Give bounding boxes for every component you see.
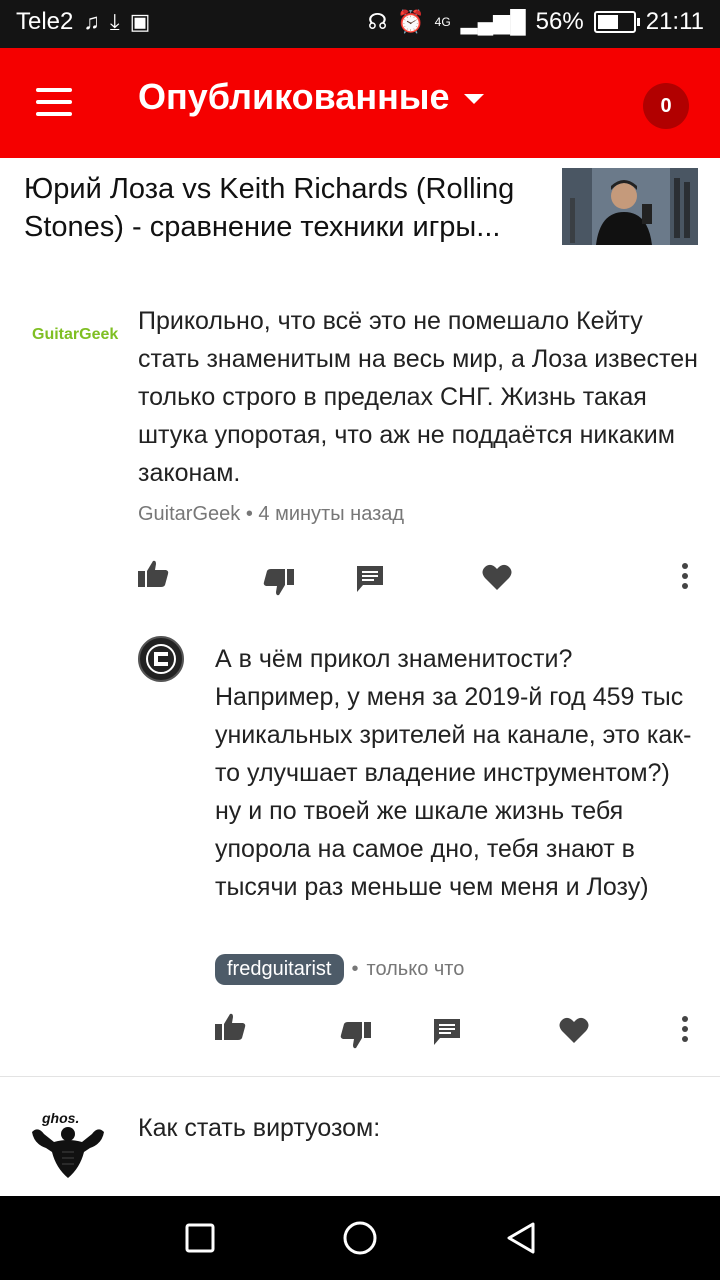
bodybuilder-icon bbox=[32, 1127, 104, 1178]
clock: 21:11 bbox=[645, 8, 704, 35]
meta-separator: • bbox=[351, 958, 359, 980]
caret-down-icon bbox=[463, 94, 484, 104]
more-options-icon[interactable] bbox=[680, 562, 690, 590]
app-bar: Опубликованные 0 bbox=[0, 48, 720, 158]
heart-icon[interactable] bbox=[482, 564, 512, 590]
navigation-bar bbox=[0, 1196, 720, 1280]
reply-time: только что bbox=[366, 958, 465, 980]
dislike-icon[interactable] bbox=[339, 1021, 371, 1049]
filter-dropdown[interactable]: Опубликованные bbox=[138, 76, 484, 118]
meta-separator: • bbox=[245, 503, 253, 525]
heart-icon[interactable] bbox=[559, 1017, 589, 1043]
circle-icon[interactable] bbox=[343, 1221, 377, 1260]
gallery-icon: ▣ bbox=[129, 9, 151, 34]
comment-time: 4 минуты назад bbox=[258, 503, 405, 525]
like-icon[interactable] bbox=[215, 1013, 247, 1041]
reply-icon[interactable] bbox=[433, 1018, 461, 1046]
reply-meta: fredguitarist • только что bbox=[215, 954, 464, 985]
comment-text: Прикольно, что всё это не помешало Кейту… bbox=[138, 307, 698, 487]
video-header[interactable]: Юрий Лоза vs Keith Richards (Rolling Sto… bbox=[0, 158, 720, 253]
reply-icon[interactable] bbox=[356, 565, 384, 593]
reply-text: А в чём прикол знаменитости? Например, у… bbox=[215, 645, 692, 901]
avatar-fredguitarist[interactable] bbox=[138, 636, 184, 682]
divider bbox=[0, 1076, 720, 1077]
notification-badge[interactable]: 0 bbox=[643, 83, 689, 129]
comment-text: Как стать виртуозом: bbox=[138, 1114, 381, 1142]
menu-icon[interactable] bbox=[36, 88, 72, 116]
thumbnail-image bbox=[562, 168, 698, 245]
square-icon[interactable] bbox=[185, 1223, 215, 1258]
battery-icon bbox=[593, 11, 640, 33]
status-bar: Tele2 ♫ ⤓ ▣ ☊ ⏰ 4G ▂▄▆█ 56% 21:11 bbox=[0, 0, 720, 48]
download-icon: ⤓ bbox=[109, 9, 120, 34]
back-triangle-icon[interactable] bbox=[505, 1221, 537, 1260]
reply-author-chip[interactable]: fredguitarist bbox=[215, 954, 344, 985]
carrier-label: Tele2 bbox=[16, 8, 74, 35]
avatar-ghos[interactable]: ghos. bbox=[28, 1110, 108, 1180]
music-icon: ♫ bbox=[83, 9, 100, 34]
signal-icon: ▂▄▆█ bbox=[460, 9, 526, 34]
battery-percent: 56% bbox=[535, 8, 584, 35]
status-left: Tele2 ♫ ⤓ ▣ bbox=[16, 8, 150, 36]
video-title[interactable]: Юрий Лоза vs Keith Richards (Rolling Sto… bbox=[24, 170, 544, 246]
avatar-guitargeek[interactable]: GuitarGeek bbox=[32, 326, 118, 344]
video-thumbnail[interactable] bbox=[562, 168, 698, 245]
dislike-icon[interactable] bbox=[262, 568, 294, 596]
more-options-icon[interactable] bbox=[680, 1015, 690, 1043]
like-icon[interactable] bbox=[138, 560, 170, 588]
headphones-icon: ☊ bbox=[367, 9, 388, 34]
alarm-icon: ⏰ bbox=[397, 9, 425, 34]
comment-author[interactable]: GuitarGeek bbox=[138, 503, 240, 525]
comment-meta: GuitarGeek • 4 минуты назад bbox=[138, 503, 404, 526]
network-label: 4G bbox=[434, 15, 451, 29]
status-right: ☊ ⏰ 4G ▂▄▆█ 56% 21:11 bbox=[368, 8, 704, 36]
page-title: Опубликованные bbox=[138, 76, 450, 117]
